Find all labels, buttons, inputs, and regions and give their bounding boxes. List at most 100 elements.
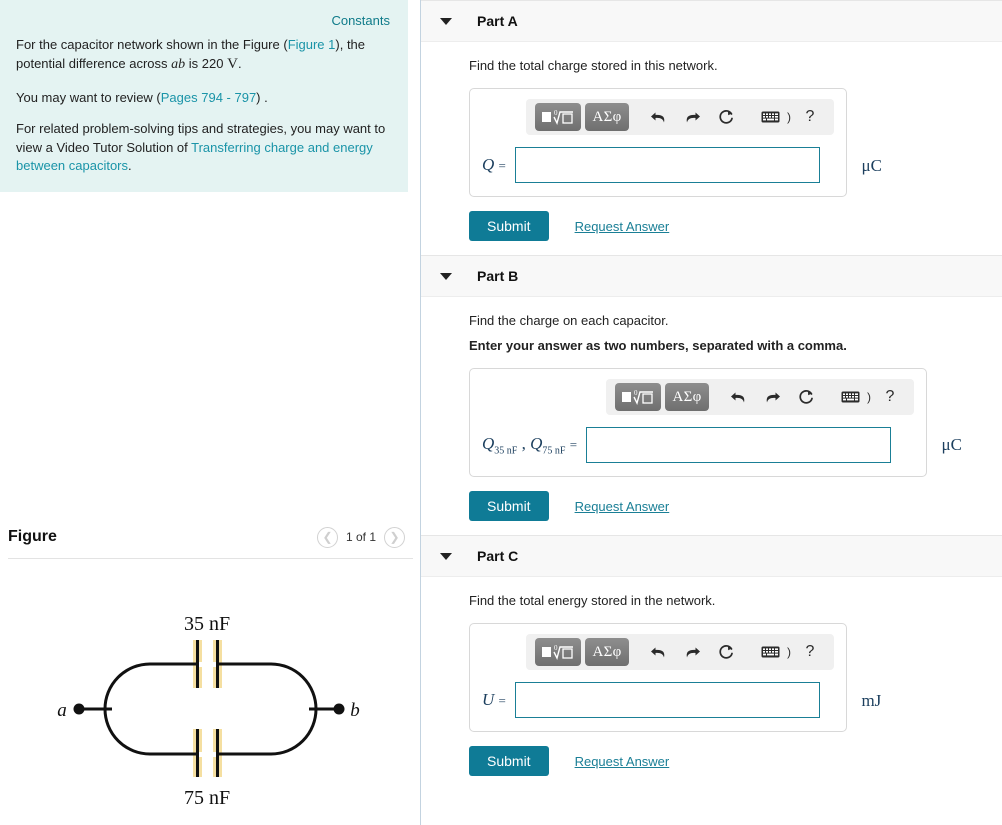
problem-paragraph-3: For related problem-solving tips and str…	[16, 120, 394, 175]
figure-1-link[interactable]: Figure 1	[288, 37, 336, 52]
p1-value: 220	[201, 56, 224, 72]
part-b-label: Part B	[477, 268, 519, 284]
keyboard-toggle[interactable]: )	[755, 638, 791, 666]
part-b-answer-input[interactable]	[586, 427, 892, 463]
part-a-submit-row: Submit Request Answer	[469, 211, 1002, 241]
part-a-header[interactable]: Part A	[421, 0, 1002, 42]
p1-pre: For the capacitor network shown in the F…	[16, 37, 288, 52]
undo-arrow-icon[interactable]	[643, 103, 673, 131]
part-c-input-row: U =	[482, 682, 834, 718]
math-template-icon: 0	[542, 109, 573, 125]
keyboard-icon	[755, 103, 785, 131]
part-c-submit-button[interactable]: Submit	[469, 746, 549, 776]
network-loop-wire	[103, 662, 318, 756]
left-panel: Constants For the capacitor network show…	[0, 0, 421, 825]
problem-statement-box: Constants For the capacitor network show…	[0, 0, 408, 192]
constants-link[interactable]: Constants	[331, 13, 390, 28]
part-b-math-toolbar: 0 ΑΣφ) ?	[606, 379, 914, 415]
part-b-unit: μC	[941, 434, 962, 454]
chevron-down-icon[interactable]	[440, 552, 452, 560]
part-c-submit-row: Submit Request Answer	[469, 746, 1002, 776]
help-button[interactable]: ?	[795, 638, 825, 666]
svg-text:0: 0	[554, 644, 558, 652]
keyboard-paren-label: )	[867, 390, 871, 404]
part-c-math-toolbar: 0 ΑΣφ) ?	[526, 634, 834, 670]
p1-post: .	[237, 56, 242, 72]
part-b-prompt-bold: Enter your answer as two numbers, separa…	[469, 338, 847, 353]
bottom-capacitor-label: 75 nF	[184, 787, 230, 809]
reset-circular-arrow-icon[interactable]	[711, 103, 741, 131]
part-c-unit: mJ	[861, 690, 882, 710]
keyboard-toggle[interactable]: )	[755, 103, 791, 131]
part-c-answer-card: 0 ΑΣφ) ? U =	[469, 623, 847, 732]
terminal-a-dot	[73, 703, 85, 715]
part-a-variable-label: Q =	[482, 155, 506, 174]
problem-paragraph-1: For the capacitor network shown in the F…	[16, 36, 394, 76]
part-b-answer-card: 0 ΑΣφ) ? Q35 nF , Q75 nF =	[469, 368, 927, 477]
keyboard-paren-label: )	[787, 645, 791, 659]
math-template-icon: 0	[542, 644, 573, 660]
part-a-section: Part A Find the total charge stored in t…	[421, 0, 1002, 255]
figure-header: Figure ❮ 1 of 1 ❯	[0, 516, 421, 558]
part-b-header[interactable]: Part B	[421, 255, 1002, 297]
redo-arrow-icon[interactable]	[677, 103, 707, 131]
parts-panel: Part A Find the total charge stored in t…	[421, 0, 1002, 825]
part-c-prompt: Find the total energy stored in the netw…	[469, 593, 716, 608]
part-b-section: Part B Find the charge on each capacitor…	[421, 255, 1002, 535]
top-capacitor-gap	[196, 662, 219, 667]
help-button[interactable]: ?	[795, 103, 825, 131]
help-button[interactable]: ?	[875, 383, 905, 411]
redo-arrow-icon[interactable]	[757, 383, 787, 411]
part-a-submit-button[interactable]: Submit	[469, 211, 549, 241]
keyboard-paren-label: )	[787, 110, 791, 124]
math-template-button[interactable]: 0	[535, 638, 581, 666]
part-a-input-row: Q =	[482, 147, 834, 183]
part-b-submit-row: Submit Request Answer	[469, 491, 1002, 521]
figure-panel: Figure ❮ 1 of 1 ❯ 35 nF 75 nF a b	[0, 516, 421, 809]
math-template-button[interactable]: 0	[535, 103, 581, 131]
keyboard-icon	[835, 383, 865, 411]
p1-variable-ab: ab	[171, 57, 186, 73]
chevron-down-icon[interactable]	[440, 272, 452, 280]
part-c-request-answer-link[interactable]: Request Answer	[575, 754, 670, 769]
part-a-label: Part A	[477, 13, 518, 29]
top-capacitor-label: 35 nF	[184, 613, 230, 635]
greek-letters-button[interactable]: ΑΣφ	[585, 638, 629, 666]
chevron-right-icon[interactable]: ❯	[384, 526, 405, 548]
chevron-down-icon[interactable]	[440, 17, 452, 25]
greek-letters-button[interactable]: ΑΣφ	[665, 383, 709, 411]
part-a-math-toolbar: 0 ΑΣφ) ?	[526, 99, 834, 135]
greek-letters-button[interactable]: ΑΣφ	[585, 103, 629, 131]
undo-arrow-icon[interactable]	[723, 383, 753, 411]
part-a-request-answer-link[interactable]: Request Answer	[575, 219, 670, 234]
svg-text:0: 0	[634, 389, 638, 397]
math-template-button[interactable]: 0	[615, 383, 661, 411]
part-a-answer-input[interactable]	[514, 147, 820, 183]
redo-arrow-icon[interactable]	[677, 638, 707, 666]
problem-page: Constants For the capacitor network show…	[0, 0, 1002, 825]
figure-title: Figure	[8, 528, 57, 545]
reset-circular-arrow-icon[interactable]	[711, 638, 741, 666]
part-b-sub1: 35 nF	[494, 445, 518, 457]
capacitor-network-diagram: 35 nF 75 nF a b	[0, 559, 421, 809]
keyboard-toggle[interactable]: )	[835, 383, 871, 411]
pages-link[interactable]: Pages 794 - 797	[161, 90, 256, 105]
svg-text:0: 0	[554, 109, 558, 117]
undo-arrow-icon[interactable]	[643, 638, 673, 666]
reset-circular-arrow-icon[interactable]	[791, 383, 821, 411]
figure-counter: 1 of 1	[345, 530, 376, 544]
part-c-answer-input[interactable]	[514, 682, 820, 718]
part-a-prompt: Find the total charge stored in this net…	[469, 58, 718, 73]
terminal-b-label: b	[350, 700, 360, 721]
part-b-prompt: Find the charge on each capacitor.	[469, 313, 669, 328]
p3-post: .	[128, 158, 132, 174]
bottom-capacitor-gap	[196, 752, 219, 757]
part-c-header[interactable]: Part C	[421, 535, 1002, 577]
part-a-answer-card: 0 ΑΣφ) ? Q =	[469, 88, 847, 197]
part-b-sub2: 75 nF	[542, 445, 566, 457]
part-b-submit-button[interactable]: Submit	[469, 491, 549, 521]
part-b-request-answer-link[interactable]: Request Answer	[575, 499, 670, 514]
chevron-left-icon[interactable]: ❮	[316, 526, 338, 548]
terminal-a-label: a	[57, 700, 67, 721]
part-c-label: Part C	[477, 548, 519, 564]
